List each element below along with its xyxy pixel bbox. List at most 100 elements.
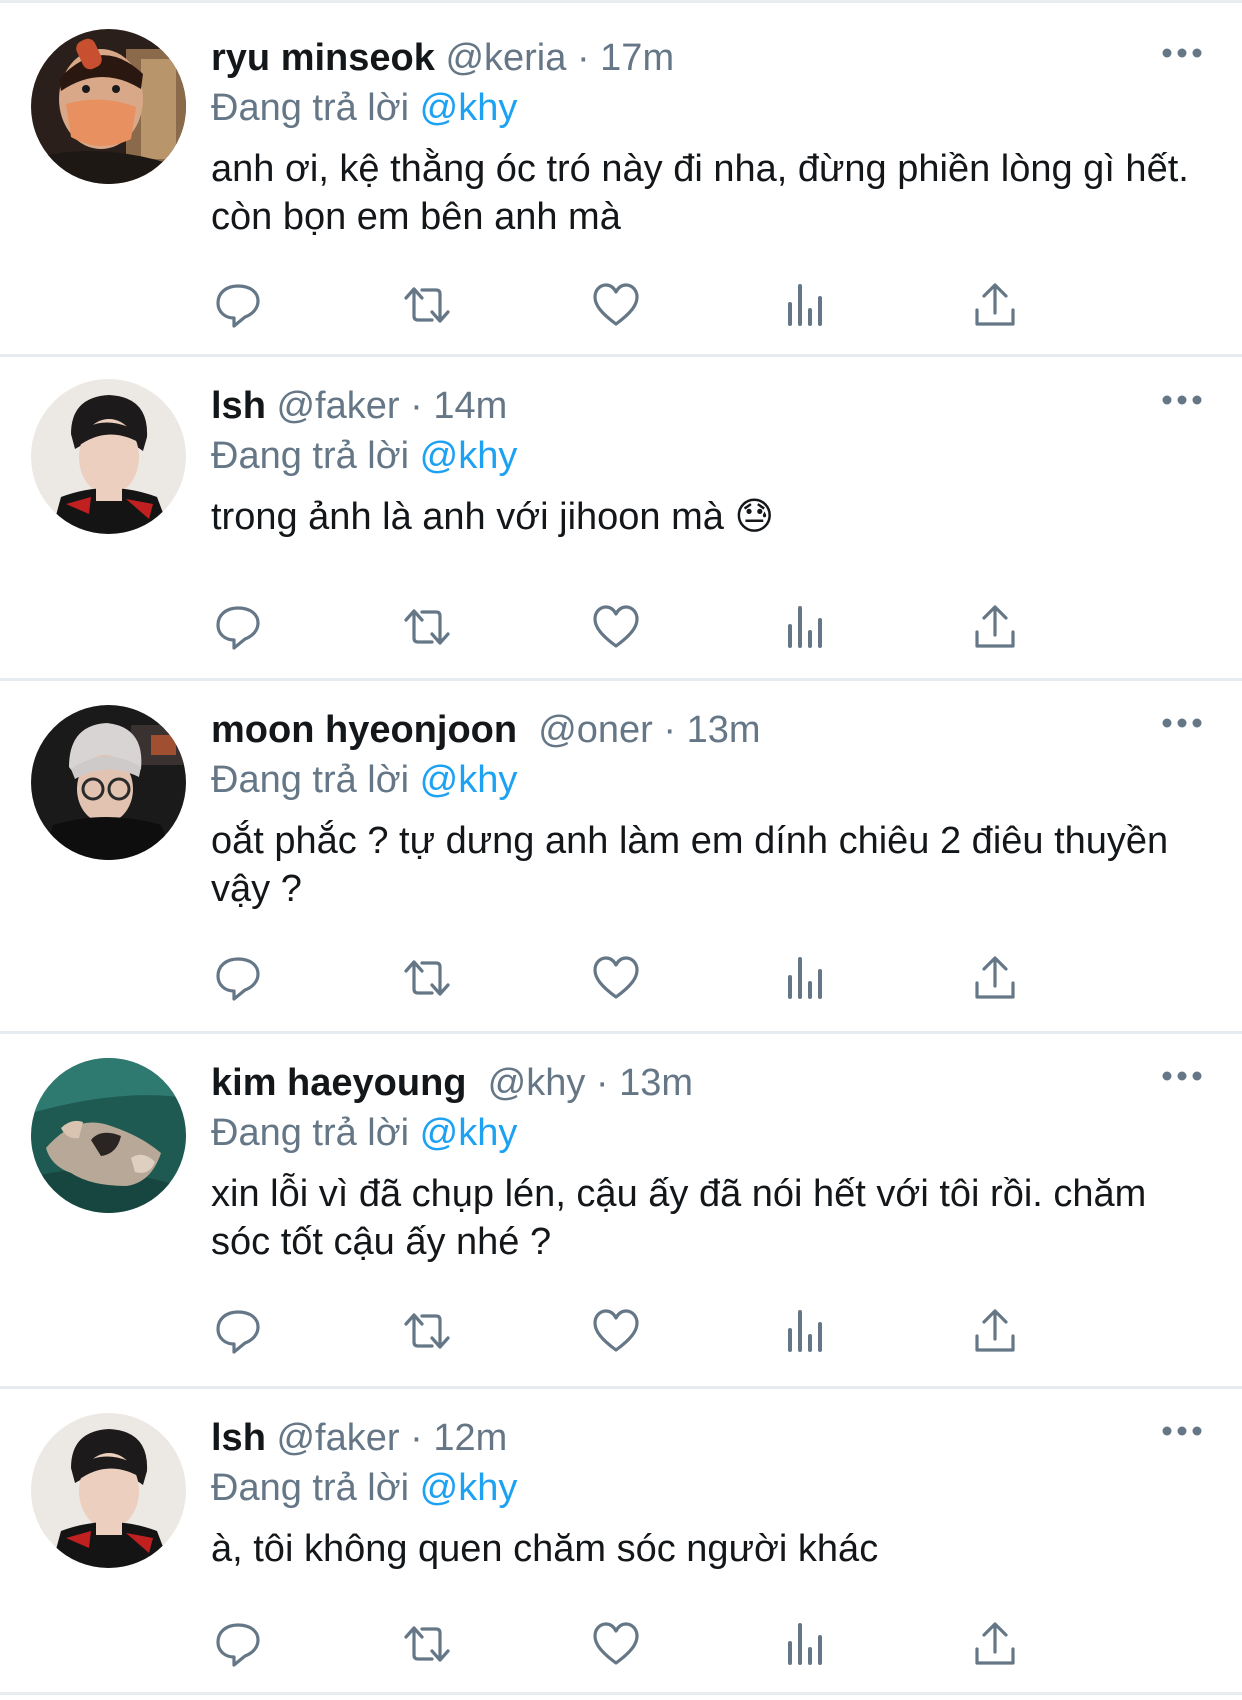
share-icon xyxy=(975,1309,1015,1352)
reply-button[interactable] xyxy=(211,1304,265,1358)
retweet-icon xyxy=(404,1313,450,1349)
share-button[interactable] xyxy=(968,951,1022,1005)
avatar-image xyxy=(31,705,186,860)
retweet-button[interactable] xyxy=(400,278,454,332)
avatar[interactable] xyxy=(31,379,186,534)
separator-dot: · xyxy=(410,385,423,427)
tweet-text: anh ơi, kệ thằng óc tró này đi nha, đừng… xyxy=(211,148,1200,238)
replying-to-mention[interactable]: @khy xyxy=(420,87,518,129)
author-name[interactable]: lsh xyxy=(211,1417,266,1459)
tweet-text: xin lỗi vì đã chụp lén, cậu ấy đã nói hế… xyxy=(211,1173,1157,1263)
retweet-button[interactable] xyxy=(400,600,454,654)
reply-button[interactable] xyxy=(211,951,265,1005)
more-horizontal-icon[interactable] xyxy=(1162,43,1202,63)
views-icon xyxy=(788,606,822,648)
reply-icon xyxy=(216,606,260,650)
more-horizontal-icon[interactable] xyxy=(1162,1066,1202,1086)
share-button[interactable] xyxy=(968,278,1022,332)
author-name[interactable]: kim haeyoung xyxy=(211,1062,467,1104)
tweet[interactable]: ryu minseok @keria · 17m Đang trả lời @k… xyxy=(0,3,1242,357)
share-icon xyxy=(975,605,1015,648)
avatar[interactable] xyxy=(31,1413,186,1568)
views-icon xyxy=(788,957,822,999)
reply-icon xyxy=(216,1623,260,1667)
retweet-icon xyxy=(404,1626,450,1662)
replying-to-label: Đang trả lời xyxy=(211,1112,410,1154)
retweet-button[interactable] xyxy=(400,1304,454,1358)
action-bar xyxy=(211,1617,1091,1671)
action-bar xyxy=(211,600,1091,654)
timestamp[interactable]: 12m xyxy=(433,1417,507,1459)
share-icon xyxy=(975,283,1015,326)
reply-icon xyxy=(216,957,260,1001)
author-handle[interactable]: @faker xyxy=(276,1417,399,1459)
retweet-button[interactable] xyxy=(400,1617,454,1671)
tweet-text: à, tôi không quen chăm sóc người khác xyxy=(211,1528,879,1570)
views-button[interactable] xyxy=(779,1304,833,1358)
heart-icon xyxy=(593,283,639,326)
tweet-text: oắt phắc ? tự dưng anh làm em dính chiêu… xyxy=(211,820,1179,910)
avatar[interactable] xyxy=(31,29,186,184)
views-icon xyxy=(788,1310,822,1352)
tweet-text: trong ảnh là anh với jihoon mà 😓 xyxy=(211,496,775,538)
timestamp[interactable]: 13m xyxy=(619,1062,693,1104)
retweet-icon xyxy=(404,287,450,323)
like-button[interactable] xyxy=(589,600,643,654)
timestamp[interactable]: 13m xyxy=(687,709,761,751)
replying-to-label: Đang trả lời xyxy=(211,759,410,801)
retweet-button[interactable] xyxy=(400,951,454,1005)
replying-to: Đang trả lời @khy xyxy=(211,83,1202,133)
author-name[interactable]: moon hyeonjoon xyxy=(211,709,517,751)
avatar[interactable] xyxy=(31,1058,186,1213)
author-handle[interactable]: @keria xyxy=(445,37,566,79)
views-icon xyxy=(788,1623,822,1665)
separator-dot: · xyxy=(595,1062,609,1104)
separator-dot: · xyxy=(663,709,677,751)
more-horizontal-icon[interactable] xyxy=(1162,1421,1202,1441)
tweet[interactable]: lsh @faker · 12m Đang trả lời @khy à, tô… xyxy=(0,1389,1242,1695)
like-button[interactable] xyxy=(589,278,643,332)
retweet-icon xyxy=(404,960,450,996)
more-horizontal-icon[interactable] xyxy=(1162,713,1202,733)
views-button[interactable] xyxy=(779,600,833,654)
views-button[interactable] xyxy=(779,1617,833,1671)
share-button[interactable] xyxy=(968,1617,1022,1671)
avatar[interactable] xyxy=(31,705,186,860)
reply-button[interactable] xyxy=(211,1617,265,1671)
tweet[interactable]: kim haeyoung @khy · 13m Đang trả lời @kh… xyxy=(0,1034,1242,1389)
action-bar xyxy=(211,1304,1091,1358)
share-icon xyxy=(975,1622,1015,1665)
avatar-image xyxy=(31,1413,186,1568)
author-handle[interactable]: @oner xyxy=(538,709,653,751)
like-button[interactable] xyxy=(589,1304,643,1358)
replying-to: Đang trả lời @khy xyxy=(211,1108,1202,1158)
like-button[interactable] xyxy=(589,951,643,1005)
share-button[interactable] xyxy=(968,600,1022,654)
replying-to-mention[interactable]: @khy xyxy=(420,759,518,801)
timestamp[interactable]: 14m xyxy=(433,385,507,427)
views-icon xyxy=(788,284,822,326)
tweet[interactable]: moon hyeonjoon @oner · 13m Đang trả lời … xyxy=(0,681,1242,1034)
author-handle[interactable]: @faker xyxy=(276,385,399,427)
share-button[interactable] xyxy=(968,1304,1022,1358)
more-horizontal-icon[interactable] xyxy=(1162,390,1202,410)
replying-to-label: Đang trả lời xyxy=(211,1467,410,1509)
reply-button[interactable] xyxy=(211,600,265,654)
timestamp[interactable]: 17m xyxy=(600,37,674,79)
replying-to-mention[interactable]: @khy xyxy=(420,435,518,477)
like-button[interactable] xyxy=(589,1617,643,1671)
replying-to-mention[interactable]: @khy xyxy=(420,1112,518,1154)
replying-to: Đang trả lời @khy xyxy=(211,755,1202,805)
reply-icon xyxy=(216,1310,260,1354)
replying-to-mention[interactable]: @khy xyxy=(420,1467,518,1509)
views-button[interactable] xyxy=(779,951,833,1005)
tweet[interactable]: lsh @faker · 14m Đang trả lời @khy trong… xyxy=(0,357,1242,681)
avatar-image xyxy=(31,29,186,184)
heart-icon xyxy=(593,956,639,999)
author-handle[interactable]: @khy xyxy=(488,1062,586,1104)
author-name[interactable]: ryu minseok xyxy=(211,37,435,79)
views-button[interactable] xyxy=(779,278,833,332)
reply-button[interactable] xyxy=(211,278,265,332)
share-icon xyxy=(975,956,1015,999)
author-name[interactable]: lsh xyxy=(211,385,266,427)
